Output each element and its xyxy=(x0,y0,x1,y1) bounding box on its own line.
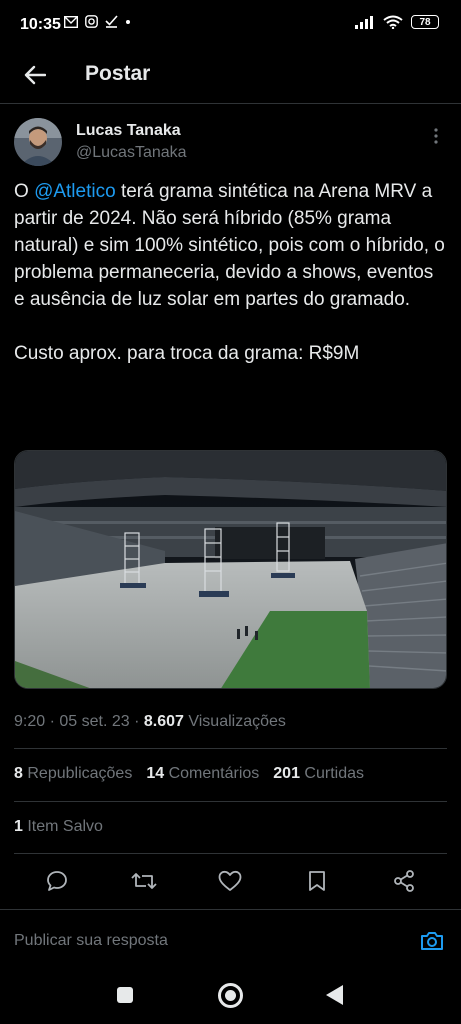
system-nav-bar xyxy=(0,971,461,1024)
reposts-count: 8 xyxy=(14,765,23,782)
recents-button[interactable] xyxy=(117,987,133,1003)
share-icon xyxy=(393,870,414,892)
instagram-icon xyxy=(85,15,98,28)
wifi-icon xyxy=(383,15,403,29)
comments-label: Comentários xyxy=(168,765,260,782)
views-label: Visualizações xyxy=(188,713,286,730)
bookmark-button[interactable] xyxy=(300,864,334,898)
views-count: 8.607 xyxy=(143,713,184,730)
mention-link[interactable]: @Atletico xyxy=(34,181,116,202)
divider xyxy=(14,748,447,749)
comment-icon xyxy=(47,871,68,891)
saved-count: 1 xyxy=(14,818,23,835)
reply-composer: Publicar sua resposta xyxy=(0,909,461,971)
tweet-text-prefix: O xyxy=(14,181,35,202)
back-button[interactable] xyxy=(20,60,50,90)
likes-count: 201 xyxy=(273,765,300,782)
avatar[interactable] xyxy=(14,118,62,166)
tweet-author: Lucas Tanaka @LucasTanaka xyxy=(14,118,446,170)
signal-icon xyxy=(355,15,373,29)
system-back-button[interactable] xyxy=(326,985,343,1005)
status-time: 10:35 xyxy=(20,16,61,33)
stadium-photo xyxy=(15,451,446,688)
comments-count: 14 xyxy=(146,765,165,782)
tweet-text: O @Atletico terá grama sintética na Aren… xyxy=(14,178,446,367)
saved-stat[interactable]: 1 Item Salvo xyxy=(14,818,103,836)
comments-stat[interactable]: 14 Comentários xyxy=(146,765,259,783)
app-header: Postar xyxy=(0,52,461,104)
heart-icon xyxy=(219,870,242,891)
tweet-meta: 9:20 · 05 set. 23 · 8.607 Visualizações xyxy=(14,713,286,730)
share-button[interactable] xyxy=(387,864,421,898)
likes-stat[interactable]: 201 Curtidas xyxy=(273,765,364,783)
avatar-image xyxy=(14,118,62,166)
author-handle[interactable]: @LucasTanaka xyxy=(76,144,187,162)
battery-level: 78 xyxy=(419,16,431,28)
reposts-stat[interactable]: 8 Republicações xyxy=(14,765,132,783)
reply-button[interactable] xyxy=(40,864,74,898)
mail-icon xyxy=(64,15,78,28)
tweet-time: 9:20 xyxy=(14,713,46,730)
battery-icon: 78 xyxy=(411,15,439,29)
notification-icons xyxy=(64,15,131,28)
camera-icon xyxy=(421,932,443,950)
action-bar xyxy=(14,862,447,900)
check-download-icon xyxy=(105,15,118,28)
camera-button[interactable] xyxy=(417,926,447,956)
dot-icon xyxy=(126,19,130,24)
tweet-text-body: terá grama sintética na Arena MRV a part… xyxy=(14,181,445,364)
author-name[interactable]: Lucas Tanaka xyxy=(76,122,181,140)
arrow-left-icon xyxy=(24,65,46,85)
more-options-button[interactable] xyxy=(426,124,446,148)
more-vertical-icon xyxy=(434,128,438,144)
like-button[interactable] xyxy=(213,864,247,898)
likes-label: Curtidas xyxy=(304,765,364,782)
reply-input[interactable]: Publicar sua resposta xyxy=(14,932,168,950)
tweet-image[interactable] xyxy=(14,450,447,689)
reposts-label: Republicações xyxy=(27,765,133,782)
system-icons: 78 xyxy=(355,15,439,29)
divider xyxy=(14,853,447,854)
home-button[interactable] xyxy=(218,983,243,1008)
bookmark-icon xyxy=(309,871,325,891)
repost-icon xyxy=(131,873,157,889)
repost-button[interactable] xyxy=(127,864,161,898)
page-title: Postar xyxy=(85,62,151,85)
status-bar: 10:35 78 xyxy=(0,0,461,52)
tweet-date: 05 set. 23 xyxy=(59,713,130,730)
saved-label: Item Salvo xyxy=(27,818,103,835)
tweet-stats: 8 Republicações 14 Comentários 201 Curti… xyxy=(14,765,364,783)
divider xyxy=(14,801,447,802)
